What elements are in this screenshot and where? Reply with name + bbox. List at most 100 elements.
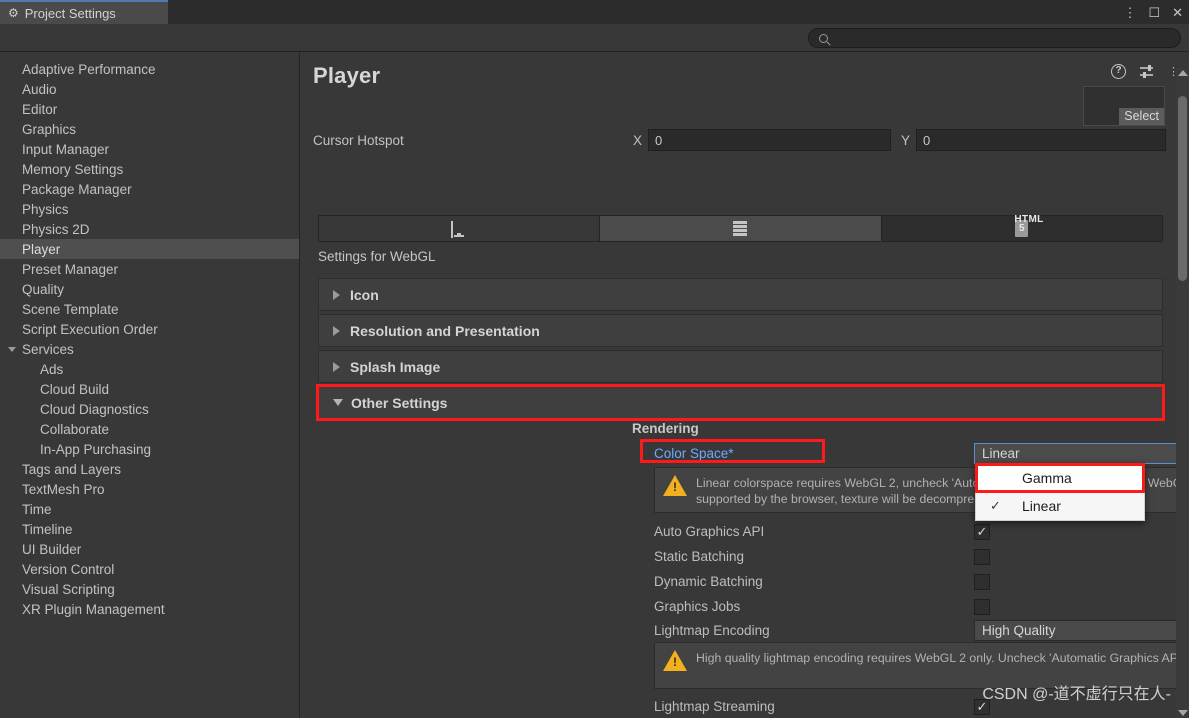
platform-tab-webgl[interactable]: HTML 5 [882,214,1162,241]
cursor-hotspot-y-input[interactable]: 0 [916,129,1167,151]
sidebar-item-label: UI Builder [22,541,82,557]
sidebar-item-label: Collaborate [40,421,110,437]
window-controls: ⋮ ☐ ✕ [1123,0,1183,24]
property-label-auto-graphics-api: Auto Graphics API [654,524,765,539]
preset-icon[interactable] [1139,64,1155,79]
search-icon [819,33,828,43]
preset-icon-glyph [1140,65,1153,78]
property-label-lightmap-streaming: Lightmap Streaming [654,699,775,714]
sidebar-item-ui-builder[interactable]: UI Builder [0,539,299,559]
sidebar-item-adaptive-performance[interactable]: Adaptive Performance [0,59,299,79]
settings-sidebar[interactable]: Adaptive Performance Audio Editor Graphics I… [0,53,300,718]
cursor-hotspot-x-input[interactable]: 0 [648,129,892,151]
menu-item-linear[interactable]: ✓ Linear [976,492,1144,520]
property-label-lightmap-encoding: Lightmap Encoding [654,623,770,638]
sidebar-item-timeline[interactable]: Timeline [0,519,299,539]
player-settings-panel: Player ? ⋮ Select Cursor Hotspot X 0 Y 0 [301,53,1189,718]
sidebar-item-quality[interactable]: Quality [0,279,299,299]
dropdown-lightmap-encoding[interactable]: High Quality [974,620,1189,641]
sidebar-item-package-manager[interactable]: Package Manager [0,179,299,199]
sidebar-item-label: Cloud Build [40,381,110,397]
scroll-up-arrow-icon[interactable] [1178,70,1188,76]
warning-text: High quality lightmap encoding requires … [696,651,1189,665]
sidebar-item-version-control[interactable]: Version Control [0,559,299,579]
sidebar-item-memory-settings[interactable]: Memory Settings [0,159,299,179]
window-menu-icon[interactable]: ⋮ [1123,6,1136,19]
maximize-icon[interactable]: ☐ [1148,6,1160,19]
section-other-settings[interactable]: Other Settings [316,384,1165,421]
vertical-scrollbar[interactable] [1176,68,1189,718]
standalone-monitor-icon [451,220,467,238]
checkbox-static-batching[interactable] [974,548,990,565]
property-label-static-batching: Static Batching [654,549,745,564]
sidebar-item-label: In-App Purchasing [40,441,152,457]
sidebar-item-editor[interactable]: Editor [0,99,299,119]
sidebar-item-cloud-build[interactable]: Cloud Build [0,379,299,399]
section-splash-image[interactable]: Splash Image [318,350,1163,383]
sidebar-item-label: Memory Settings [22,161,124,177]
project-settings-window: ⚙ Project Settings ⋮ ☐ ✕ Adaptive Perfor… [0,0,1189,718]
sidebar-item-tags-and-layers[interactable]: Tags and Layers [0,459,299,479]
color-space-dropdown-menu[interactable]: Gamma ✓ Linear [975,463,1145,521]
help-icon[interactable]: ? [1111,64,1126,79]
cursor-hotspot-label: Cursor Hotspot [313,132,404,148]
window-tab-project-settings[interactable]: ⚙ Project Settings [0,0,168,24]
chevron-down-icon[interactable] [8,346,16,352]
select-button[interactable]: Select [1119,108,1164,125]
sidebar-item-visual-scripting[interactable]: Visual Scripting [0,579,299,599]
settings-for-label: Settings for WebGL [318,249,436,264]
platform-tab-standalone[interactable] [319,216,601,241]
section-label: Other Settings [351,394,448,411]
property-label-dynamic-batching: Dynamic Batching [654,574,763,589]
section-label: Resolution and Presentation [350,322,540,339]
dropdown-color-space-[interactable]: Linear [974,443,1189,464]
warning-icon: ! [663,475,687,497]
property-row: Static Batching [301,544,1189,569]
close-icon[interactable]: ✕ [1172,6,1183,19]
sidebar-item-input-manager[interactable]: Input Manager [0,139,299,159]
sidebar-item-services[interactable]: Services [0,339,299,359]
checkbox-auto-graphics-api[interactable]: ✓ [974,523,990,540]
cursor-hotspot-y-axis: Y [901,132,911,148]
property-row: Dynamic Batching [301,569,1189,594]
platform-tab-dedicated-server[interactable] [600,216,882,241]
platform-tab-bar: HTML 5 [318,214,1163,242]
menu-item-gamma[interactable]: Gamma [975,463,1145,493]
checkbox-graphics-jobs[interactable] [974,598,990,615]
object-preview[interactable]: Select [1083,86,1165,126]
sidebar-item-scene-template[interactable]: Scene Template [0,299,299,319]
sidebar-item-cloud-diagnostics[interactable]: Cloud Diagnostics [0,399,299,419]
sidebar-item-label: Timeline [22,521,73,537]
chevron-down-icon[interactable] [333,399,343,406]
chevron-right-icon[interactable] [333,361,340,372]
sidebar-item-label: Quality [22,281,65,297]
sidebar-item-physics[interactable]: Physics [0,199,299,219]
property-label-graphics-jobs: Graphics Jobs [654,599,741,614]
scroll-down-arrow-icon[interactable] [1178,710,1188,716]
property-row: Lightmap Encoding High Quality [301,618,1189,643]
sidebar-item-script-execution-order[interactable]: Script Execution Order [0,319,299,339]
sidebar-item-time[interactable]: Time [0,499,299,519]
search-input[interactable] [833,31,1163,45]
section-resolution-and-presentation[interactable]: Resolution and Presentation [318,314,1163,347]
watermark: CSDN @-道不虚行只在人- [982,686,1171,703]
sidebar-item-in-app-purchasing[interactable]: In-App Purchasing [0,439,299,459]
sidebar-item-preset-manager[interactable]: Preset Manager [0,259,299,279]
sidebar-item-xr-plugin-management[interactable]: XR Plugin Management [0,599,299,619]
sidebar-item-audio[interactable]: Audio [0,79,299,99]
sidebar-item-player[interactable]: Player [0,239,299,259]
checkbox-dynamic-batching[interactable] [974,573,990,590]
sidebar-item-physics-2d[interactable]: Physics 2D [0,219,299,239]
sidebar-item-textmesh-pro[interactable]: TextMesh Pro [0,479,299,499]
cursor-hotspot-row: Cursor Hotspot X 0 Y 0 [313,127,1173,153]
section-icon[interactable]: Icon [318,278,1163,311]
chevron-right-icon[interactable] [333,289,340,300]
search-box[interactable] [808,28,1181,48]
sidebar-item-graphics[interactable]: Graphics [0,119,299,139]
menu-item-label: Linear [1022,498,1061,514]
sidebar-item-collaborate[interactable]: Collaborate [0,419,299,439]
sidebar-item-ads[interactable]: Ads [0,359,299,379]
scrollbar-thumb[interactable] [1178,96,1187,281]
chevron-right-icon[interactable] [333,325,340,336]
sidebar-item-label: Graphics [22,121,77,137]
